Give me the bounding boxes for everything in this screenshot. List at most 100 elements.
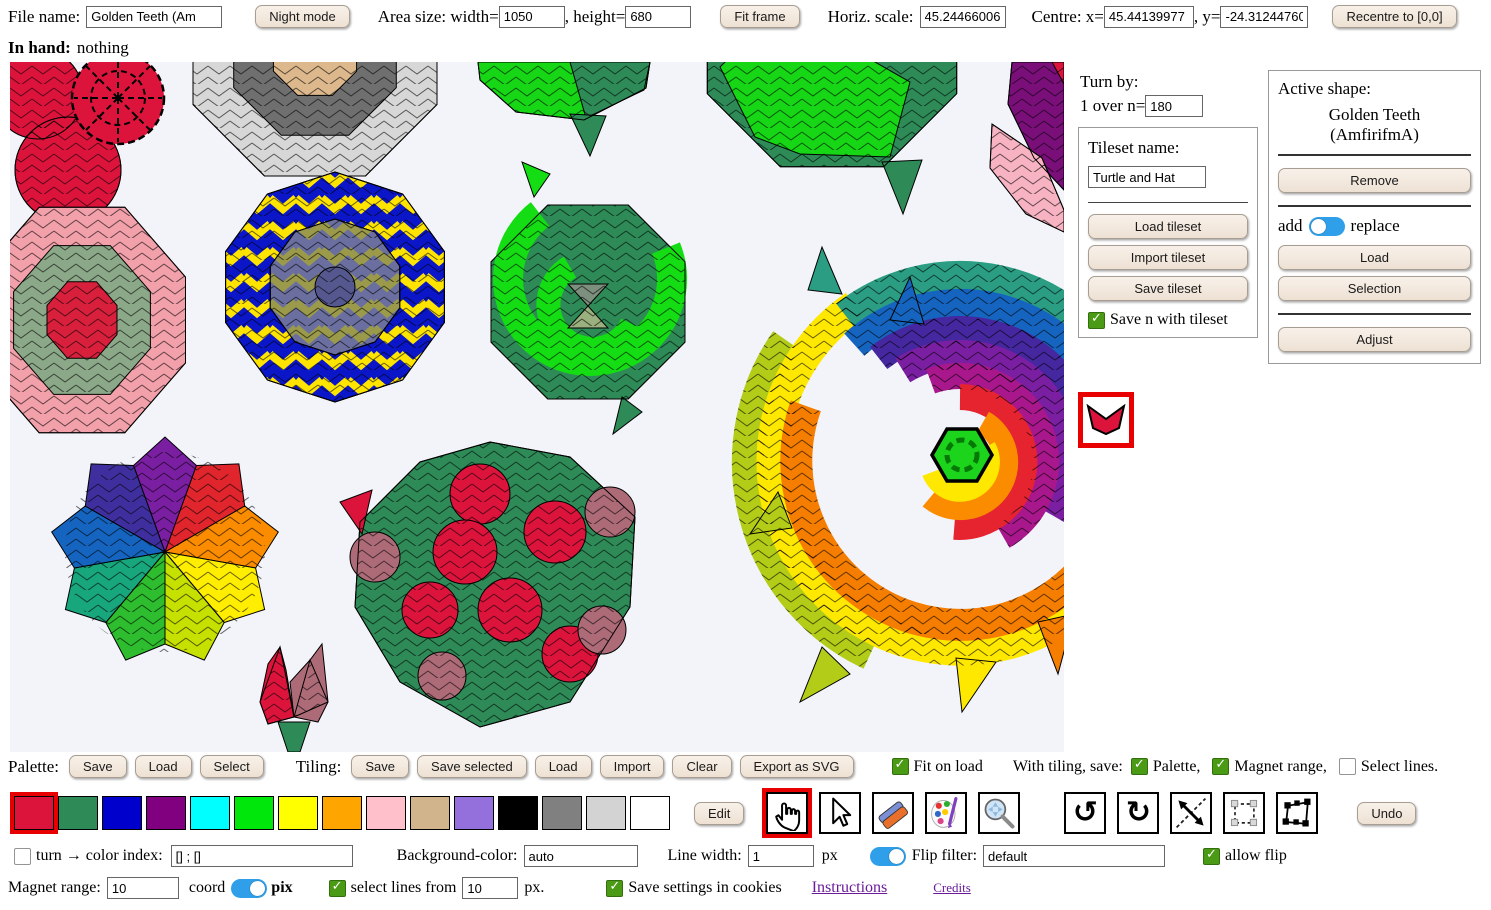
file-name-input[interactable]: [86, 6, 222, 28]
tool-eraser[interactable]: [872, 792, 914, 834]
tool-rotate-cw[interactable]: ↻: [1117, 792, 1159, 834]
cookies-label: Save settings in cookies: [628, 879, 781, 897]
save-tileset-button[interactable]: Save tileset: [1088, 276, 1248, 301]
recentre-button[interactable]: Recentre to [0,0]: [1332, 5, 1456, 28]
tiling-button-export-as-svg[interactable]: Export as SVG: [740, 755, 854, 778]
palette-and-tools-row: Edit: [14, 793, 1416, 833]
selection-button[interactable]: Selection: [1278, 276, 1471, 301]
hand-icon: [769, 795, 805, 831]
tool-pan-hand[interactable]: [766, 792, 808, 834]
area-height-label: , height=: [565, 7, 626, 27]
turn-color-input[interactable]: [171, 845, 353, 867]
palette-swatch-11[interactable]: [498, 796, 538, 830]
golden-teeth-shape-icon: [1086, 404, 1126, 436]
tiling-button-load[interactable]: Load: [535, 755, 592, 778]
palette-button-load[interactable]: Load: [135, 755, 192, 778]
line-width-label: Line width:: [668, 847, 742, 865]
palette-tiling-bar: Palette: SaveLoadSelect Tiling: SaveSave…: [8, 755, 1438, 778]
load-shape-button[interactable]: Load: [1278, 245, 1471, 270]
load-tileset-button[interactable]: Load tileset: [1088, 214, 1248, 239]
in-hand-label: In hand:: [8, 38, 71, 58]
tiling-button-save[interactable]: Save: [351, 755, 409, 778]
save-magnet-checkbox[interactable]: [1212, 758, 1229, 775]
add-replace-toggle[interactable]: [1309, 217, 1345, 236]
fit-frame-button[interactable]: Fit frame: [720, 5, 799, 28]
palette-swatch-3[interactable]: [146, 796, 186, 830]
save-palette-checkbox[interactable]: [1131, 758, 1148, 775]
palette-swatch-1[interactable]: [58, 796, 98, 830]
select-lines-checkbox[interactable]: [329, 880, 346, 897]
palette-swatch-5[interactable]: [234, 796, 274, 830]
palette-swatch-2[interactable]: [102, 796, 142, 830]
top-toolbar: File name: Night mode Area size: width= …: [8, 5, 1457, 28]
area-width-input[interactable]: [499, 6, 565, 28]
palette-swatch-4[interactable]: [190, 796, 230, 830]
tool-paint-palette[interactable]: [925, 792, 967, 834]
bg-color-input[interactable]: [524, 845, 638, 867]
import-tileset-button[interactable]: Import tileset: [1088, 245, 1248, 270]
flip-filter-input[interactable]: [983, 845, 1165, 867]
palette-button-save[interactable]: Save: [69, 755, 127, 778]
edit-palette-button[interactable]: Edit: [694, 802, 744, 825]
active-shape-title: Active shape:: [1278, 79, 1471, 99]
palette-swatch-10[interactable]: [454, 796, 494, 830]
tool-flip[interactable]: [1170, 792, 1212, 834]
tool-transform-selection[interactable]: [1223, 792, 1265, 834]
in-hand-value: nothing: [77, 38, 129, 58]
palette-swatch-0[interactable]: [14, 796, 54, 830]
tool-edit-nodes[interactable]: [1276, 792, 1318, 834]
select-lines-px-label: px.: [524, 879, 544, 897]
horiz-scale-label: Horiz. scale:: [828, 7, 914, 27]
tiling-button-clear[interactable]: Clear: [672, 755, 731, 778]
instructions-link[interactable]: Instructions: [812, 879, 888, 897]
palette-swatch-8[interactable]: [366, 796, 406, 830]
save-select-lines-checkbox[interactable]: [1339, 758, 1356, 775]
active-shape-preview[interactable]: [1083, 397, 1129, 443]
flip-diagonal-icon: [1173, 795, 1209, 831]
adjust-button[interactable]: Adjust: [1278, 327, 1471, 352]
fit-on-load-label: Fit on load: [914, 758, 983, 776]
undo-button[interactable]: Undo: [1357, 802, 1416, 825]
tiling-button-save-selected[interactable]: Save selected: [417, 755, 527, 778]
magnet-range-input[interactable]: [107, 877, 179, 899]
palette-button-select[interactable]: Select: [200, 755, 264, 778]
save-n-label: Save n with tileset: [1110, 311, 1228, 329]
area-height-input[interactable]: [625, 6, 691, 28]
tiling-canvas[interactable]: [10, 62, 1064, 752]
palette-swatch-12[interactable]: [542, 796, 582, 830]
centre-y-input[interactable]: [1220, 6, 1308, 28]
remove-shape-button[interactable]: Remove: [1278, 168, 1471, 193]
flip-filter-toggle[interactable]: [870, 847, 906, 866]
tiling-button-import[interactable]: Import: [600, 755, 665, 778]
with-tiling-label: With tiling, save:: [1013, 758, 1123, 776]
horiz-scale-input[interactable]: [920, 6, 1006, 28]
fit-on-load-checkbox[interactable]: [892, 758, 909, 775]
palette-swatch-9[interactable]: [410, 796, 450, 830]
tileset-name-input[interactable]: [1088, 166, 1206, 188]
coord-pix-toggle[interactable]: [231, 879, 267, 898]
turn-n-input[interactable]: [1145, 95, 1203, 117]
select-lines-input[interactable]: [462, 877, 518, 899]
turn-color-checkbox[interactable]: [14, 848, 31, 865]
line-width-input[interactable]: [748, 845, 814, 867]
allow-flip-checkbox[interactable]: [1203, 848, 1220, 865]
night-mode-button[interactable]: Night mode: [255, 5, 349, 28]
centre-y-label: , y=: [1194, 7, 1221, 27]
allow-flip-label: allow flip: [1225, 847, 1287, 865]
tool-select-arrow[interactable]: [819, 792, 861, 834]
palette-swatch-7[interactable]: [322, 796, 362, 830]
cookies-checkbox[interactable]: [606, 880, 623, 897]
credits-link[interactable]: Credits: [933, 880, 971, 896]
palette-swatch-6[interactable]: [278, 796, 318, 830]
file-name-label: File name:: [8, 7, 80, 27]
palette-swatches: [14, 796, 674, 830]
centre-x-input[interactable]: [1104, 6, 1194, 28]
save-n-checkbox[interactable]: [1088, 312, 1105, 329]
palette-swatch-13[interactable]: [586, 796, 626, 830]
tiling-buttons: Save Save selected Load Import Clear Export a…: [351, 755, 853, 778]
save-magnet-label: Magnet range,: [1234, 758, 1326, 776]
palette-swatch-14[interactable]: [630, 796, 670, 830]
add-label: add: [1278, 216, 1303, 236]
tool-rotate-ccw[interactable]: ↺: [1064, 792, 1106, 834]
tool-zoom[interactable]: [978, 792, 1020, 834]
